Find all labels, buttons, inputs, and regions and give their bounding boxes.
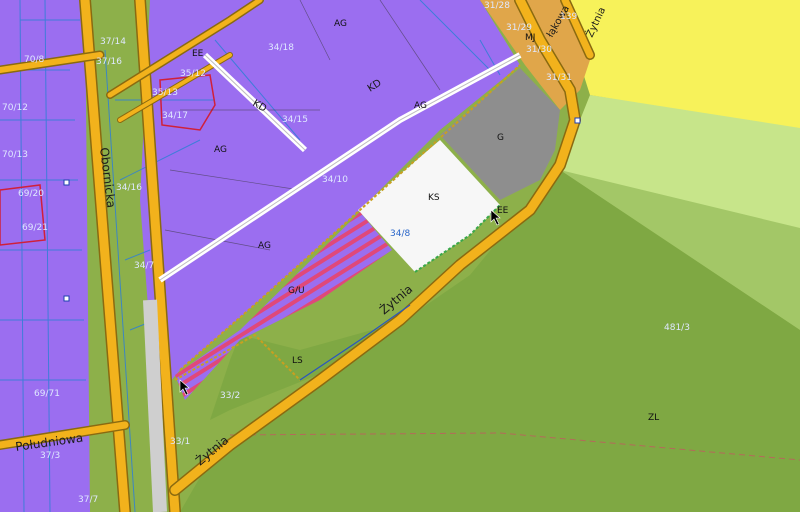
parcel-label-31-31: 31/31 [546,73,572,83]
parcel-label-139: 139 [560,12,577,22]
parcel-label-34-18: 34/18 [268,43,294,53]
zone-label-ks: KS [428,193,440,203]
parcel-label-34-15: 34/15 [282,115,308,125]
zone-label-mj: MJ [525,33,535,43]
zone-label-ee-2: EE [497,206,509,216]
parcel-label-31-30: 31/30 [526,45,552,55]
zone-label-gu: G/U [288,286,305,296]
parcel-label-37-3: 37/3 [40,451,60,461]
parcel-label-69-21: 69/21 [22,223,48,233]
parcel-label-35-12: 35/12 [180,69,206,79]
parcel-label-31-28: 31/28 [484,1,510,11]
parcel-label-70-12: 70/12 [2,103,28,113]
parcel-label-37-14: 37/14 [100,37,126,47]
zone-label-g: G [497,133,504,143]
zone-label-ag-1: AG [334,19,347,29]
parcel-label-34-16: 34/16 [116,183,142,193]
parcel-label-69-20: 69/20 [18,189,44,199]
parcel-label-34-8: 34/8 [390,229,410,239]
parcel-label-481-3: 481/3 [664,323,690,333]
parcel-label-37-16: 37/16 [96,57,122,67]
parcel-label-34-7: 34/7 [134,261,154,271]
map-marker-square [574,117,581,124]
zone-label-ag-4: AG [258,241,271,251]
parcel-label-34-10: 34/10 [322,175,348,185]
zone-label-ls: LS [292,356,303,366]
parcel-label-70-8: 70/8 [24,55,44,65]
zone-label-ag-2: AG [414,101,427,111]
zone-label-ee-1: EE [192,49,204,59]
zone-label-zl: ZL [648,413,659,423]
parcel-label-35-13: 35/13 [152,88,178,98]
parcel-label-69-71: 69/71 [34,389,60,399]
parcel-label-33-1: 33/1 [170,437,190,447]
zoning-map[interactable]: AG AG AG AG G KS G/U LS ZL MJ EE EE Obor… [0,0,800,512]
parcel-label-33-2: 33/2 [220,391,240,401]
map-marker-square [63,179,70,186]
parcel-label-31-29: 31/29 [506,23,532,33]
map-canvas[interactable]: AG AG AG AG G KS G/U LS ZL MJ EE EE Obor… [0,0,800,512]
parcel-label-37-7: 37/7 [78,495,98,505]
parcel-label-70-13: 70/13 [2,150,28,160]
parcel-label-34-17: 34/17 [162,111,188,121]
map-marker-square [63,295,70,302]
zone-label-ag-3: AG [214,145,227,155]
